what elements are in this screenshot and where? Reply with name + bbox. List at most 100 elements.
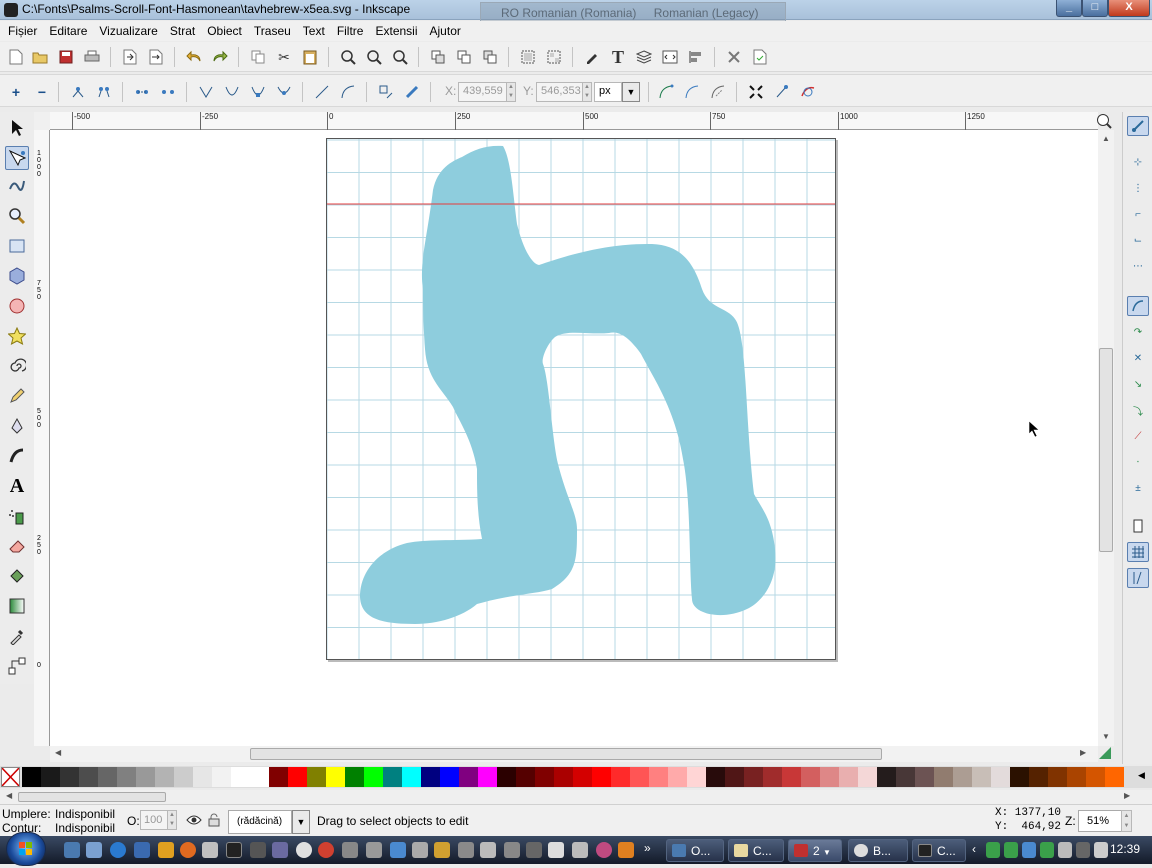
close-button[interactable]: X bbox=[1108, 0, 1150, 17]
color-swatch[interactable] bbox=[440, 767, 459, 787]
color-swatch[interactable] bbox=[250, 767, 269, 787]
color-swatch[interactable] bbox=[231, 767, 250, 787]
snap-object-center-icon[interactable]: ⋅ bbox=[1127, 452, 1149, 472]
quicklaunch-chrome-icon[interactable] bbox=[318, 842, 334, 858]
no-paint-swatch[interactable] bbox=[1, 767, 20, 787]
color-swatch[interactable] bbox=[402, 767, 421, 787]
color-swatch[interactable] bbox=[706, 767, 725, 787]
language-current[interactable]: RO Romanian (Romania) bbox=[501, 6, 636, 20]
rectangle-tool-icon[interactable] bbox=[5, 234, 29, 258]
fill-value[interactable]: Indisponibil bbox=[55, 807, 115, 821]
xml-editor-icon[interactable] bbox=[660, 47, 680, 67]
quicklaunch-disc-icon[interactable] bbox=[296, 842, 312, 858]
opacity-input[interactable]: 100 bbox=[140, 810, 168, 830]
node-tool-icon[interactable] bbox=[5, 146, 29, 170]
snap-nodes-icon[interactable] bbox=[1127, 296, 1149, 316]
text-font-icon[interactable]: T bbox=[608, 47, 628, 67]
transform-handles-icon[interactable] bbox=[746, 82, 766, 102]
quicklaunch-misc9-icon[interactable] bbox=[526, 842, 542, 858]
color-swatch[interactable] bbox=[364, 767, 383, 787]
quicklaunch-ie-icon[interactable] bbox=[110, 842, 126, 858]
node-symmetric-icon[interactable] bbox=[248, 82, 268, 102]
tray-app2-icon[interactable] bbox=[1058, 842, 1072, 858]
snap-smooth-nodes-icon[interactable]: ⤵ bbox=[1127, 400, 1149, 420]
color-swatch[interactable] bbox=[212, 767, 231, 787]
tray-expand-icon[interactable]: ‹ bbox=[972, 842, 976, 856]
paste-icon[interactable] bbox=[300, 47, 320, 67]
quicklaunch-vlc-icon[interactable] bbox=[618, 842, 634, 858]
eraser-tool-icon[interactable] bbox=[5, 534, 29, 558]
color-swatch[interactable] bbox=[554, 767, 573, 787]
color-swatch[interactable] bbox=[535, 767, 554, 787]
delete-segment-icon[interactable] bbox=[158, 82, 178, 102]
show-path-outline-icon[interactable] bbox=[772, 82, 792, 102]
color-swatch[interactable] bbox=[896, 767, 915, 787]
menu-extensions[interactable]: Extensii bbox=[369, 21, 423, 38]
text-tool-icon[interactable]: A bbox=[5, 474, 29, 498]
maximize-button[interactable]: □ bbox=[1082, 0, 1108, 17]
color-swatch[interactable] bbox=[611, 767, 630, 787]
color-swatch[interactable] bbox=[877, 767, 896, 787]
menu-help[interactable]: Ajutor bbox=[424, 21, 467, 38]
print-icon[interactable] bbox=[82, 47, 102, 67]
snap-bbox-corner-icon[interactable]: ⌐ bbox=[1127, 204, 1149, 224]
color-swatch[interactable] bbox=[497, 767, 516, 787]
quicklaunch-misc11-icon[interactable] bbox=[572, 842, 588, 858]
zoom-input[interactable]: 51% bbox=[1078, 810, 1122, 832]
color-swatch[interactable] bbox=[383, 767, 402, 787]
zoom-1-1-icon[interactable] bbox=[1094, 113, 1114, 129]
segment-curve-icon[interactable] bbox=[338, 82, 358, 102]
unlink-clone-icon[interactable] bbox=[480, 47, 500, 67]
menu-path[interactable]: Traseu bbox=[248, 21, 297, 38]
color-swatch[interactable] bbox=[41, 767, 60, 787]
path-effect-icon[interactable] bbox=[798, 82, 818, 102]
paint-bucket-tool-icon[interactable] bbox=[5, 564, 29, 588]
quicklaunch-misc2-icon[interactable] bbox=[366, 842, 382, 858]
layer-dropdown-arrow[interactable]: ▼ bbox=[292, 810, 310, 834]
palette-scroll-right-icon[interactable]: ▶ bbox=[1124, 791, 1130, 800]
join-nodes-icon[interactable] bbox=[68, 82, 88, 102]
color-swatch[interactable] bbox=[668, 767, 687, 787]
redo-icon[interactable] bbox=[210, 47, 230, 67]
quicklaunch-php-icon[interactable] bbox=[272, 842, 288, 858]
align-distribute-icon[interactable] bbox=[686, 47, 706, 67]
quicklaunch-misc10-icon[interactable] bbox=[548, 842, 564, 858]
palette-menu-icon[interactable]: ◀ bbox=[1138, 770, 1145, 781]
color-swatch[interactable] bbox=[136, 767, 155, 787]
tray-bluetooth-icon[interactable] bbox=[1022, 842, 1036, 858]
menu-text[interactable]: Text bbox=[297, 21, 331, 38]
color-swatch[interactable] bbox=[934, 767, 953, 787]
horizontal-scrollbar[interactable]: ◀ ▶ bbox=[50, 746, 1098, 762]
join-segment-icon[interactable] bbox=[132, 82, 152, 102]
taskbar-button-4[interactable]: C... bbox=[912, 839, 966, 862]
quicklaunch-explorer-icon[interactable] bbox=[86, 842, 102, 858]
tray-app-icon[interactable] bbox=[1040, 842, 1054, 858]
palette-scroll-thumb[interactable] bbox=[18, 792, 166, 802]
color-swatch[interactable] bbox=[592, 767, 611, 787]
layer-lock-icon[interactable] bbox=[208, 813, 222, 829]
quicklaunch-console-icon[interactable] bbox=[226, 842, 242, 858]
ellipse-tool-icon[interactable] bbox=[5, 294, 29, 318]
group-icon[interactable] bbox=[518, 47, 538, 67]
quicklaunch-misc12-icon[interactable] bbox=[596, 842, 612, 858]
color-swatch[interactable] bbox=[1048, 767, 1067, 787]
quicklaunch-misc3-icon[interactable] bbox=[390, 842, 406, 858]
document-properties-icon[interactable] bbox=[750, 47, 770, 67]
layers-icon[interactable] bbox=[634, 47, 654, 67]
drawing-canvas[interactable] bbox=[50, 130, 1098, 746]
snap-page-border-icon[interactable] bbox=[1127, 516, 1149, 536]
zoom-tool-icon[interactable] bbox=[5, 204, 29, 228]
snap-toggle-icon[interactable] bbox=[1127, 116, 1149, 136]
quicklaunch-misc5-icon[interactable] bbox=[434, 842, 450, 858]
color-swatch[interactable] bbox=[193, 767, 212, 787]
color-swatch[interactable] bbox=[782, 767, 801, 787]
x-spinner[interactable]: ▲ ▼ bbox=[506, 82, 516, 102]
calligraphy-tool-icon[interactable] bbox=[5, 444, 29, 468]
menu-layer[interactable]: Strat bbox=[164, 21, 201, 38]
color-swatch[interactable] bbox=[991, 767, 1010, 787]
pen-tool-icon[interactable] bbox=[5, 414, 29, 438]
snap-bbox-icon[interactable]: ⊹ bbox=[1127, 152, 1149, 172]
duplicate-icon[interactable] bbox=[428, 47, 448, 67]
quicklaunch-tool-icon[interactable] bbox=[250, 842, 266, 858]
tray-app3-icon[interactable] bbox=[1076, 842, 1090, 858]
